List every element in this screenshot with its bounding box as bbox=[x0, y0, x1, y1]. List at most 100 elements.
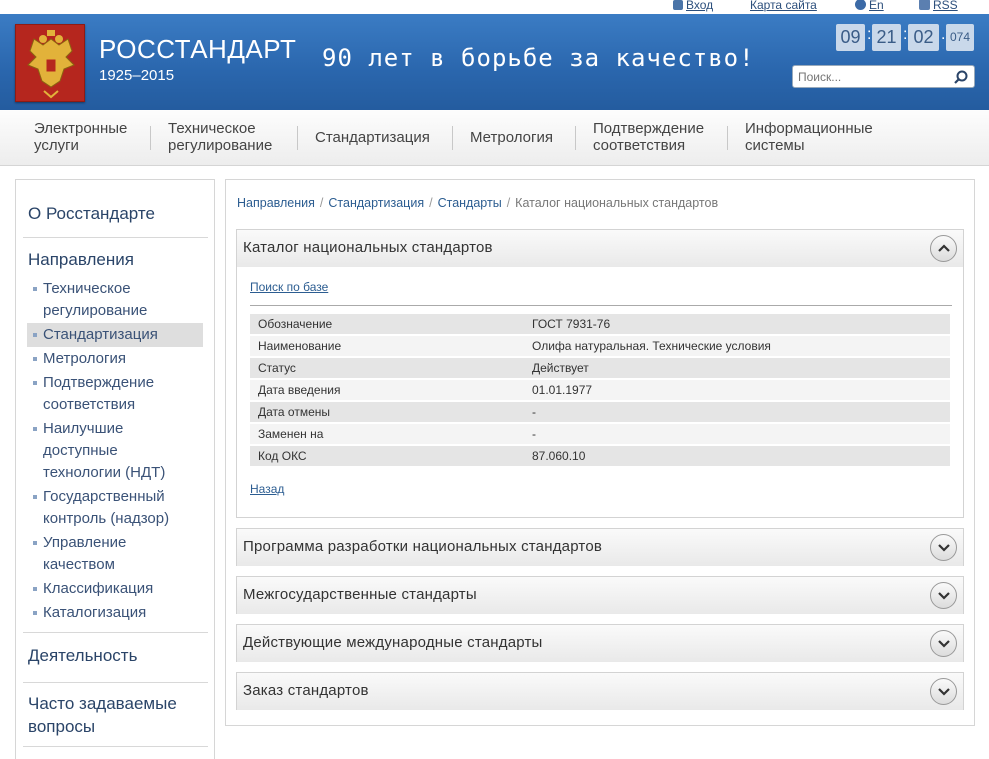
panel-development-program: Программа разработки национальных станда… bbox=[236, 528, 964, 566]
english-label: En bbox=[869, 0, 884, 12]
search-input[interactable] bbox=[798, 68, 948, 85]
sidebar-item-best-technologies[interactable]: Наилучшие доступные технологии (НДТ) bbox=[33, 418, 193, 484]
sidebar-item-quality-management[interactable]: Управление качеством bbox=[33, 532, 193, 576]
sidebar-about-link[interactable]: О Росстандарте bbox=[28, 204, 155, 224]
sidebar-item-metrology[interactable]: Метрология bbox=[33, 348, 193, 370]
main-navigation: Электронные услуги Техническое регулирован… bbox=[0, 110, 989, 166]
catalog-panel: Каталог национальных стандартов Поиск по… bbox=[236, 229, 964, 518]
bullet-icon bbox=[33, 541, 37, 545]
nav-item-technical-regulation[interactable]: Техническое регулирование bbox=[168, 120, 272, 154]
sidebar-item-label: Стандартизация bbox=[43, 326, 158, 343]
field-label: Наименование bbox=[250, 336, 524, 356]
panel-header[interactable]: Программа разработки национальных станда… bbox=[237, 529, 963, 566]
field-value: Олифа натуральная. Технические условия bbox=[524, 336, 950, 356]
sidebar-item-label: Техническое bbox=[43, 280, 131, 297]
breadcrumb-standardization[interactable]: Стандартизация bbox=[328, 196, 424, 210]
clock-separator: . bbox=[941, 26, 946, 43]
field-label: Статус bbox=[250, 358, 524, 378]
panel-interstate-standards: Межгосударственные стандарты bbox=[236, 576, 964, 614]
brand-years: 1925–2015 bbox=[99, 67, 175, 84]
collapse-button[interactable] bbox=[930, 235, 957, 262]
english-link[interactable]: En bbox=[855, 0, 884, 12]
nav-label: соответствия bbox=[593, 137, 686, 154]
back-link[interactable]: Назад bbox=[250, 482, 284, 496]
sidebar-item-label: Наилучшие bbox=[43, 420, 124, 437]
expand-button[interactable] bbox=[930, 582, 957, 609]
sidebar-activity-link[interactable]: Деятельность bbox=[28, 646, 137, 666]
rss-link[interactable]: RSS bbox=[919, 0, 958, 12]
sidebar-item-classification[interactable]: Классификация bbox=[33, 578, 193, 600]
bullet-icon bbox=[33, 495, 37, 499]
nav-item-standardization[interactable]: Стандартизация bbox=[315, 129, 430, 146]
nav-divider bbox=[452, 126, 453, 150]
rss-icon bbox=[919, 0, 930, 10]
double-headed-eagle-icon bbox=[27, 30, 75, 99]
chevron-down-icon bbox=[938, 640, 950, 648]
sidebar: О Росстандарте Направления Техническое ре… bbox=[15, 179, 215, 759]
nav-divider bbox=[727, 126, 728, 150]
sidebar-item-label: доступные bbox=[43, 442, 118, 459]
globe-icon bbox=[855, 0, 866, 10]
database-search-link[interactable]: Поиск по базе bbox=[250, 280, 328, 294]
nav-divider bbox=[297, 126, 298, 150]
login-link[interactable]: Вход bbox=[673, 0, 713, 12]
sitemap-link[interactable]: Карта сайта bbox=[750, 0, 817, 12]
nav-label: Электронные bbox=[34, 120, 128, 137]
sidebar-item-technical-regulation[interactable]: Техническое регулирование bbox=[33, 278, 193, 322]
sidebar-faq-link[interactable]: Часто задаваемые вопросы bbox=[28, 692, 177, 738]
table-row: Дата введения 01.01.1977 bbox=[250, 380, 950, 400]
sidebar-item-cataloging[interactable]: Каталогизация bbox=[33, 602, 193, 624]
breadcrumb-current: Каталог национальных стандартов bbox=[515, 196, 719, 210]
clock-separator: : bbox=[903, 26, 908, 43]
nav-item-conformity[interactable]: Подтверждение соответствия bbox=[593, 120, 704, 154]
sidebar-item-label: контроль (надзор) bbox=[43, 510, 170, 527]
breadcrumb-standards[interactable]: Стандарты bbox=[438, 196, 502, 210]
sidebar-item-standardization[interactable]: Стандартизация bbox=[33, 324, 193, 346]
nav-item-info-systems[interactable]: Информационные системы bbox=[745, 120, 873, 154]
field-label: Дата введения bbox=[250, 380, 524, 400]
sidebar-divider bbox=[23, 682, 208, 683]
breadcrumb-separator: / bbox=[319, 196, 324, 210]
panel-header[interactable]: Действующие международные стандарты bbox=[237, 625, 963, 662]
sidebar-directions-heading[interactable]: Направления bbox=[28, 250, 134, 270]
search-box bbox=[792, 65, 975, 88]
bullet-icon bbox=[33, 287, 37, 291]
catalog-panel-header[interactable]: Каталог национальных стандартов bbox=[237, 230, 963, 267]
standard-details-table: Обозначение ГОСТ 7931-76 Наименование Олиф… bbox=[250, 312, 950, 468]
nav-item-metrology[interactable]: Метрология bbox=[470, 129, 553, 146]
sidebar-item-label: Метрология bbox=[43, 350, 126, 367]
brand-name[interactable]: РОССТАНДАРТ bbox=[99, 34, 296, 65]
field-value: 87.060.10 bbox=[524, 446, 950, 466]
nav-item-e-services[interactable]: Электронные услуги bbox=[34, 120, 127, 154]
expand-button[interactable] bbox=[930, 678, 957, 705]
sidebar-item-label: технологии (НДТ) bbox=[43, 464, 166, 481]
expand-button[interactable] bbox=[930, 534, 957, 561]
nav-label: Метрология bbox=[470, 129, 553, 146]
table-row: Статус Действует bbox=[250, 358, 950, 378]
sidebar-item-label: Государственный bbox=[43, 488, 165, 505]
coat-of-arms-logo[interactable] bbox=[15, 24, 85, 102]
nav-label: системы bbox=[745, 137, 805, 154]
nav-label: регулирование bbox=[168, 137, 273, 154]
field-value: Действует bbox=[524, 358, 950, 378]
faq-label: Часто задаваемые bbox=[28, 694, 177, 713]
main-content: Направления / Стандартизация / Стандарты / Кат… bbox=[225, 179, 975, 726]
top-utility-bar: Вход Карта сайта En RSS bbox=[0, 0, 989, 14]
chevron-up-icon bbox=[938, 244, 950, 252]
table-row: Обозначение ГОСТ 7931-76 bbox=[250, 314, 950, 334]
search-icon[interactable] bbox=[954, 70, 968, 84]
sidebar-item-conformity[interactable]: Подтверждение соответствия bbox=[33, 372, 193, 416]
sidebar-item-label: Классификация bbox=[43, 580, 154, 597]
bullet-icon bbox=[33, 333, 37, 337]
sidebar-item-state-control[interactable]: Государственный контроль (надзор) bbox=[33, 486, 193, 530]
bullet-icon bbox=[33, 611, 37, 615]
panel-header[interactable]: Межгосударственные стандарты bbox=[237, 577, 963, 614]
expand-button[interactable] bbox=[930, 630, 957, 657]
panel-order-standards: Заказ стандартов bbox=[236, 672, 964, 710]
field-value: ГОСТ 7931-76 bbox=[524, 314, 950, 334]
breadcrumb-directions[interactable]: Направления bbox=[237, 196, 315, 210]
panel-header[interactable]: Заказ стандартов bbox=[237, 673, 963, 710]
sidebar-divider bbox=[23, 746, 208, 747]
clock-seconds: 02 bbox=[908, 24, 939, 51]
panel-title: Каталог национальных стандартов bbox=[243, 239, 493, 256]
